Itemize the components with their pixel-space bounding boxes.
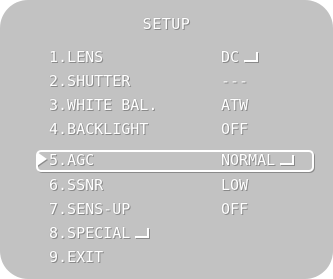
menu-item-shutter[interactable]: 2.SHUTTER --- — [0, 73, 333, 97]
menu-item-value: DC — [221, 49, 259, 65]
menu-item-value: --- — [221, 72, 249, 90]
menu-item-value: LOW — [221, 176, 249, 194]
menu-item-lens[interactable]: 1.LENS DC — [0, 49, 333, 73]
menu-item-label: 8.SPECIAL — [49, 225, 150, 241]
menu-item-value: OFF — [221, 200, 249, 218]
right-triangle-cursor-icon — [37, 152, 47, 166]
menu-item-value: NORMAL — [221, 152, 295, 168]
menu-item-label: 2.SHUTTER — [49, 72, 131, 90]
menu-item-label: 6.SSNR — [49, 176, 104, 194]
menu-item-label: 5.AGC — [49, 151, 95, 169]
menu-item-ssnr[interactable]: 6.SSNR LOW — [0, 177, 333, 201]
menu-item-agc[interactable]: 5.AGC NORMAL — [0, 150, 333, 176]
menu-title: SETUP — [142, 15, 191, 33]
menu-item-label: 1.LENS — [49, 48, 104, 66]
menu-item-label: 4.BACKLIGHT — [49, 120, 149, 138]
setup-osd-menu: SETUP 1.LENS DC 2.SHUTTER --- 3.WHITE BA… — [0, 0, 333, 279]
menu-item-backlight[interactable]: 4.BACKLIGHT OFF — [0, 121, 333, 145]
menu-item-value: OFF — [221, 120, 249, 138]
menu-item-exit[interactable]: 9.EXIT — [0, 249, 333, 273]
menu-item-label: 3.WHITE BAL. — [49, 96, 158, 114]
menu-item-label: 7.SENS-UP — [49, 200, 131, 218]
menu-item-special[interactable]: 8.SPECIAL — [0, 225, 333, 249]
enter-icon — [135, 228, 150, 238]
menu-item-white-balance[interactable]: 3.WHITE BAL. ATW — [0, 97, 333, 121]
menu-item-value: ATW — [221, 96, 249, 114]
menu-item-label: 9.EXIT — [49, 248, 104, 266]
enter-icon — [244, 52, 259, 62]
menu-item-sens-up[interactable]: 7.SENS-UP OFF — [0, 201, 333, 225]
enter-icon — [280, 155, 295, 165]
